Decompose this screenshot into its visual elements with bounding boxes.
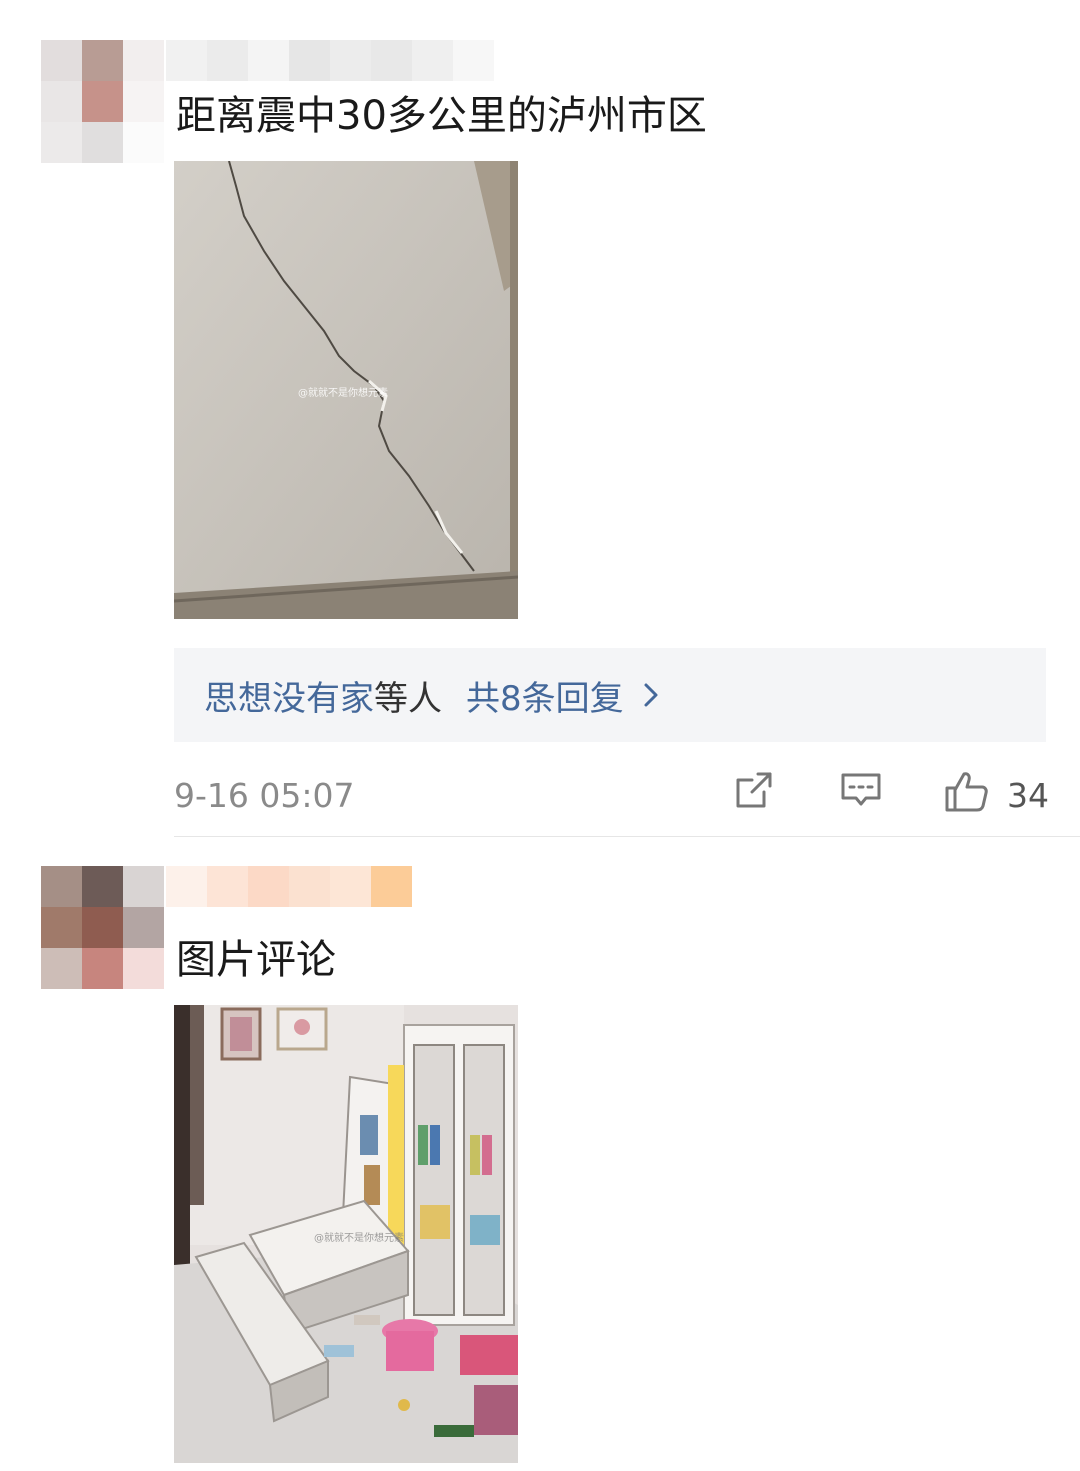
like-count: 34 — [1007, 776, 1049, 815]
comment-footer: 9-16 05:07 34 — [174, 768, 1049, 818]
reply-users-suffix: 等人 — [374, 678, 442, 719]
comment-item: 图片评论 @就就不是你想元素 — [0, 838, 1080, 1471]
reply-users-link[interactable]: 思想没有家 — [204, 671, 374, 720]
reply-count-link[interactable]: 共8条回复 — [466, 671, 624, 720]
username-blurred[interactable] — [166, 40, 494, 81]
photo-watermark: @就就不是你想元素 — [298, 388, 388, 399]
chevron-right-icon[interactable] — [642, 680, 660, 710]
divider — [174, 836, 1080, 837]
share-icon[interactable] — [734, 770, 774, 814]
comment-photo-fallen-furniture[interactable]: @就就不是你想元素 — [174, 1005, 518, 1463]
comment-icon[interactable] — [840, 770, 882, 814]
photo-watermark: @就就不是你想元素 — [314, 1233, 404, 1244]
avatar[interactable] — [41, 40, 164, 163]
thumbs-up-icon[interactable] — [944, 770, 990, 818]
replies-summary[interactable]: 思想没有家 等人 共8条回复 — [174, 648, 1046, 742]
avatar[interactable] — [41, 866, 164, 989]
username-blurred[interactable] — [166, 866, 412, 907]
comment-text: 图片评论 — [176, 937, 336, 983]
comment-text: 距离震中30多公里的泸州市区 — [176, 93, 707, 139]
comment-timestamp: 9-16 05:07 — [174, 776, 355, 815]
comment-photo-wall-crack[interactable]: @就就不是你想元素 — [174, 161, 518, 619]
comment-item: 距离震中30多公里的泸州市区 @就就不是你想元素 思想没有家 等人 共8条回复 — [0, 0, 1080, 838]
